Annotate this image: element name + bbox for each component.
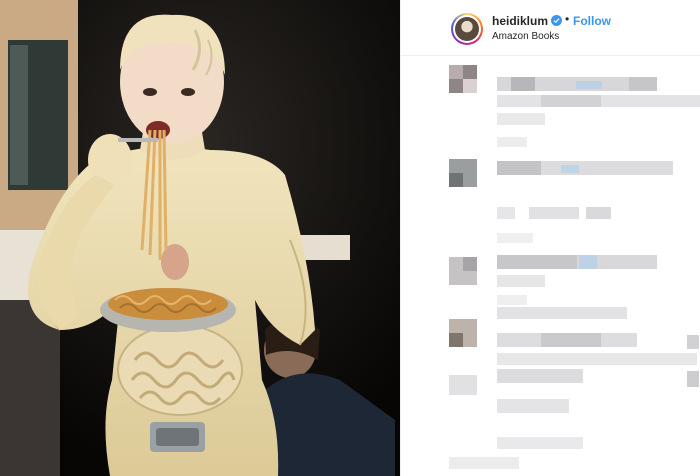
author-username[interactable]: heidiklum — [492, 14, 548, 28]
follow-button[interactable]: Follow — [573, 14, 611, 28]
comments-section-pixelated — [401, 57, 700, 476]
author-avatar-image — [455, 17, 479, 41]
post-side-panel: heidiklum • Follow Amazon Books — [400, 0, 700, 476]
separator-dot: • — [565, 12, 570, 26]
instagram-post: heidiklum • Follow Amazon Books — [0, 0, 700, 476]
post-location[interactable]: Amazon Books — [492, 31, 559, 42]
comment-avatar-blurred — [449, 375, 477, 395]
post-photo[interactable] — [0, 0, 400, 476]
post-header: heidiklum • Follow Amazon Books — [401, 0, 700, 56]
comment-text-blurred — [497, 369, 583, 383]
post-photo-illustration — [0, 0, 400, 476]
author-avatar-story-ring[interactable] — [451, 13, 483, 45]
verified-badge-icon — [551, 15, 562, 26]
author-avatar — [453, 15, 481, 43]
